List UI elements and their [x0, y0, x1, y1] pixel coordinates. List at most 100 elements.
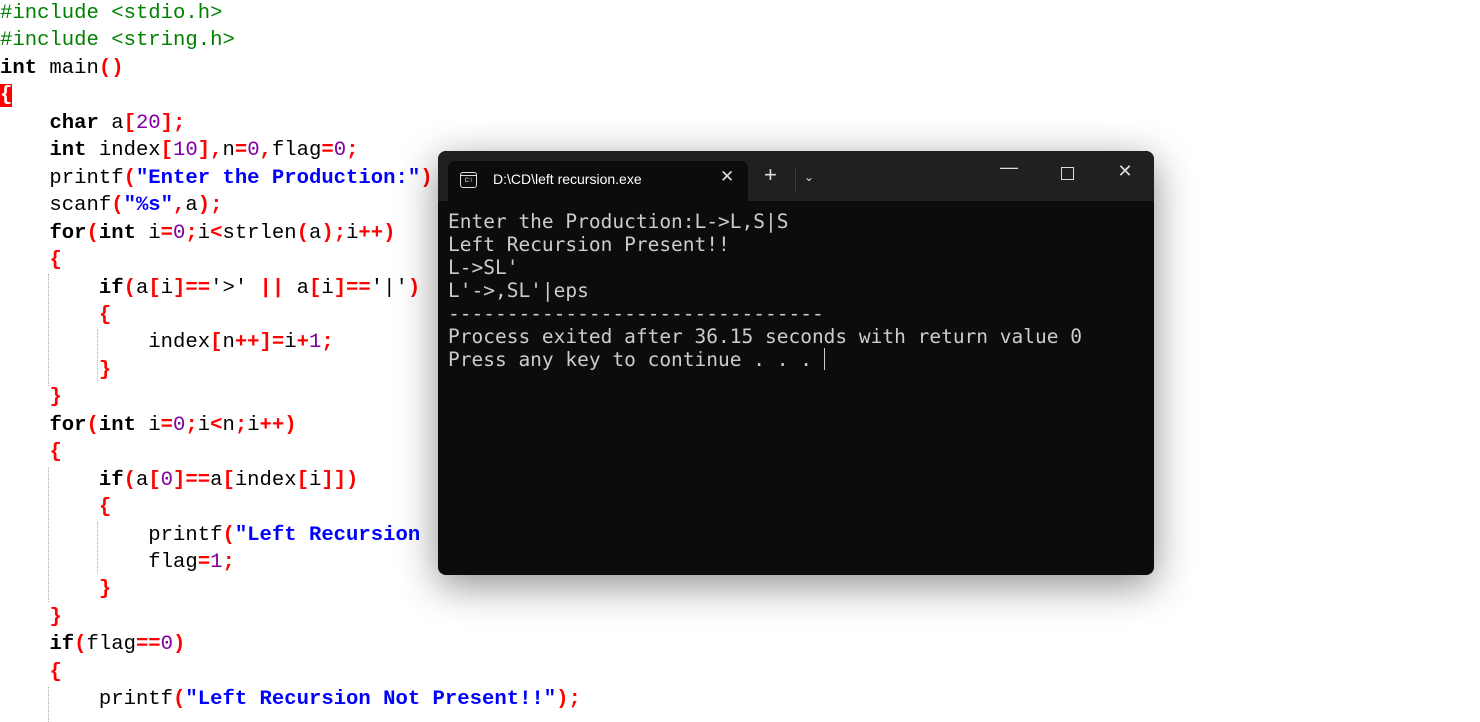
code-line: {	[0, 247, 62, 274]
code-token: ()	[98, 56, 124, 80]
terminal-tab-bar: C:\ D:\CD\left recursion.exe ✕ + ⌄ — ✕	[438, 151, 1154, 201]
terminal-output-text: --------------------------------	[448, 302, 824, 325]
code-token: i	[197, 221, 211, 245]
code-token: index	[86, 139, 161, 163]
code-line: int main()	[0, 55, 124, 82]
code-token: #include <string.h>	[0, 29, 235, 53]
code-token: int	[98, 413, 136, 437]
code-token: ]])	[321, 468, 359, 492]
code-token: {	[49, 441, 62, 465]
code-token: );	[321, 221, 347, 245]
code-token: (	[86, 413, 99, 437]
code-token: n	[222, 413, 235, 437]
terminal-output-text: Left Recursion Present!!	[448, 233, 730, 256]
terminal-output[interactable]: Enter the Production:L->L,S|S Left Recurs…	[448, 210, 1082, 371]
code-line: char a[20];	[0, 110, 185, 137]
code-token: ];	[160, 111, 186, 135]
code-token: a	[135, 468, 149, 492]
code-token: flag	[0, 551, 198, 574]
code-token: #include <stdio.h>	[0, 2, 223, 25]
code-token: [	[308, 276, 322, 300]
code-token: 0	[247, 139, 260, 163]
code-token: 1	[210, 551, 223, 574]
code-line: printf("Left Recursion Not Present!!");	[0, 686, 581, 713]
code-line: #include <string.h>	[0, 27, 235, 54]
code-token: ;	[222, 551, 235, 574]
code-token: "Enter the Production:"	[135, 166, 421, 190]
code-token: <	[210, 221, 223, 245]
terminal-window[interactable]: C:\ D:\CD\left recursion.exe ✕ + ⌄ — ✕ E…	[438, 151, 1154, 575]
code-token: }	[49, 605, 62, 629]
code-line: index[n++]=i+1;	[0, 329, 334, 356]
code-token: main	[37, 56, 99, 80]
terminal-output-line: --------------------------------	[448, 302, 1082, 325]
code-token: a	[210, 468, 223, 492]
code-token: a	[185, 194, 198, 218]
terminal-output-line: Left Recursion Present!!	[448, 233, 1082, 256]
code-token: i	[308, 468, 322, 492]
code-token: ;	[346, 139, 359, 163]
code-token: 0	[160, 633, 174, 657]
code-token: =	[160, 413, 174, 437]
code-token: }	[98, 358, 112, 382]
code-token: [	[222, 468, 235, 492]
terminal-tab[interactable]: C:\ D:\CD\left recursion.exe ✕	[448, 161, 748, 201]
code-token: scanf	[0, 194, 112, 218]
code-token: (	[222, 523, 235, 547]
code-token: int	[0, 56, 38, 80]
code-line: }	[0, 576, 111, 603]
code-token: {	[98, 496, 112, 520]
code-token: }	[98, 578, 112, 602]
minimize-button[interactable]: —	[994, 157, 1024, 178]
code-token: i	[135, 221, 161, 245]
code-line: if(a[i]=='>' || a[i]=='|')	[0, 275, 420, 302]
code-token: 0	[173, 221, 186, 245]
code-token: for	[49, 413, 87, 437]
code-line: }	[0, 357, 111, 384]
code-token: i	[247, 413, 260, 437]
close-tab-icon[interactable]: ✕	[720, 167, 734, 187]
code-token: ;	[321, 331, 334, 355]
code-token: n	[222, 331, 235, 355]
code-token: [	[296, 468, 309, 492]
code-token: char	[49, 111, 99, 135]
code-token: {	[49, 249, 62, 273]
code-token: );	[556, 688, 581, 712]
code-line: for(int i=0;i<n;i++)	[0, 412, 297, 439]
text-cursor	[823, 348, 825, 370]
code-token: a	[308, 221, 322, 245]
code-token: "Left Recursion	[234, 523, 421, 547]
code-line: flag=1;	[0, 549, 235, 576]
code-token: ]==	[333, 276, 371, 300]
code-token: {	[49, 660, 62, 684]
close-window-button[interactable]: ✕	[1110, 161, 1140, 182]
code-token: flag	[271, 139, 322, 163]
terminal-output-line: L'->,SL'|eps	[448, 279, 1082, 302]
terminal-output-text: L->SL'	[448, 256, 519, 279]
code-token: );	[197, 194, 223, 218]
code-token: '|'	[370, 276, 408, 300]
code-token: flag	[86, 633, 136, 657]
code-line: printf("Left Recursion	[0, 522, 420, 549]
code-token: ;	[185, 413, 198, 437]
new-tab-button[interactable]: +	[764, 164, 777, 186]
code-token: index	[234, 468, 297, 492]
maximize-button[interactable]	[1052, 161, 1082, 185]
code-token: "%s"	[123, 194, 174, 218]
code-token: 0	[173, 413, 186, 437]
code-token: =	[160, 221, 174, 245]
divider	[795, 167, 796, 193]
code-line: scanf("%s",a);	[0, 192, 222, 219]
code-token: ]==	[173, 468, 211, 492]
code-token: (	[123, 166, 136, 190]
code-token: ]==	[173, 276, 211, 300]
code-token: <	[210, 413, 223, 437]
code-line: if(flag==0)	[0, 631, 185, 658]
chevron-down-icon[interactable]: ⌄	[804, 170, 814, 184]
code-token: ++)	[259, 413, 297, 437]
